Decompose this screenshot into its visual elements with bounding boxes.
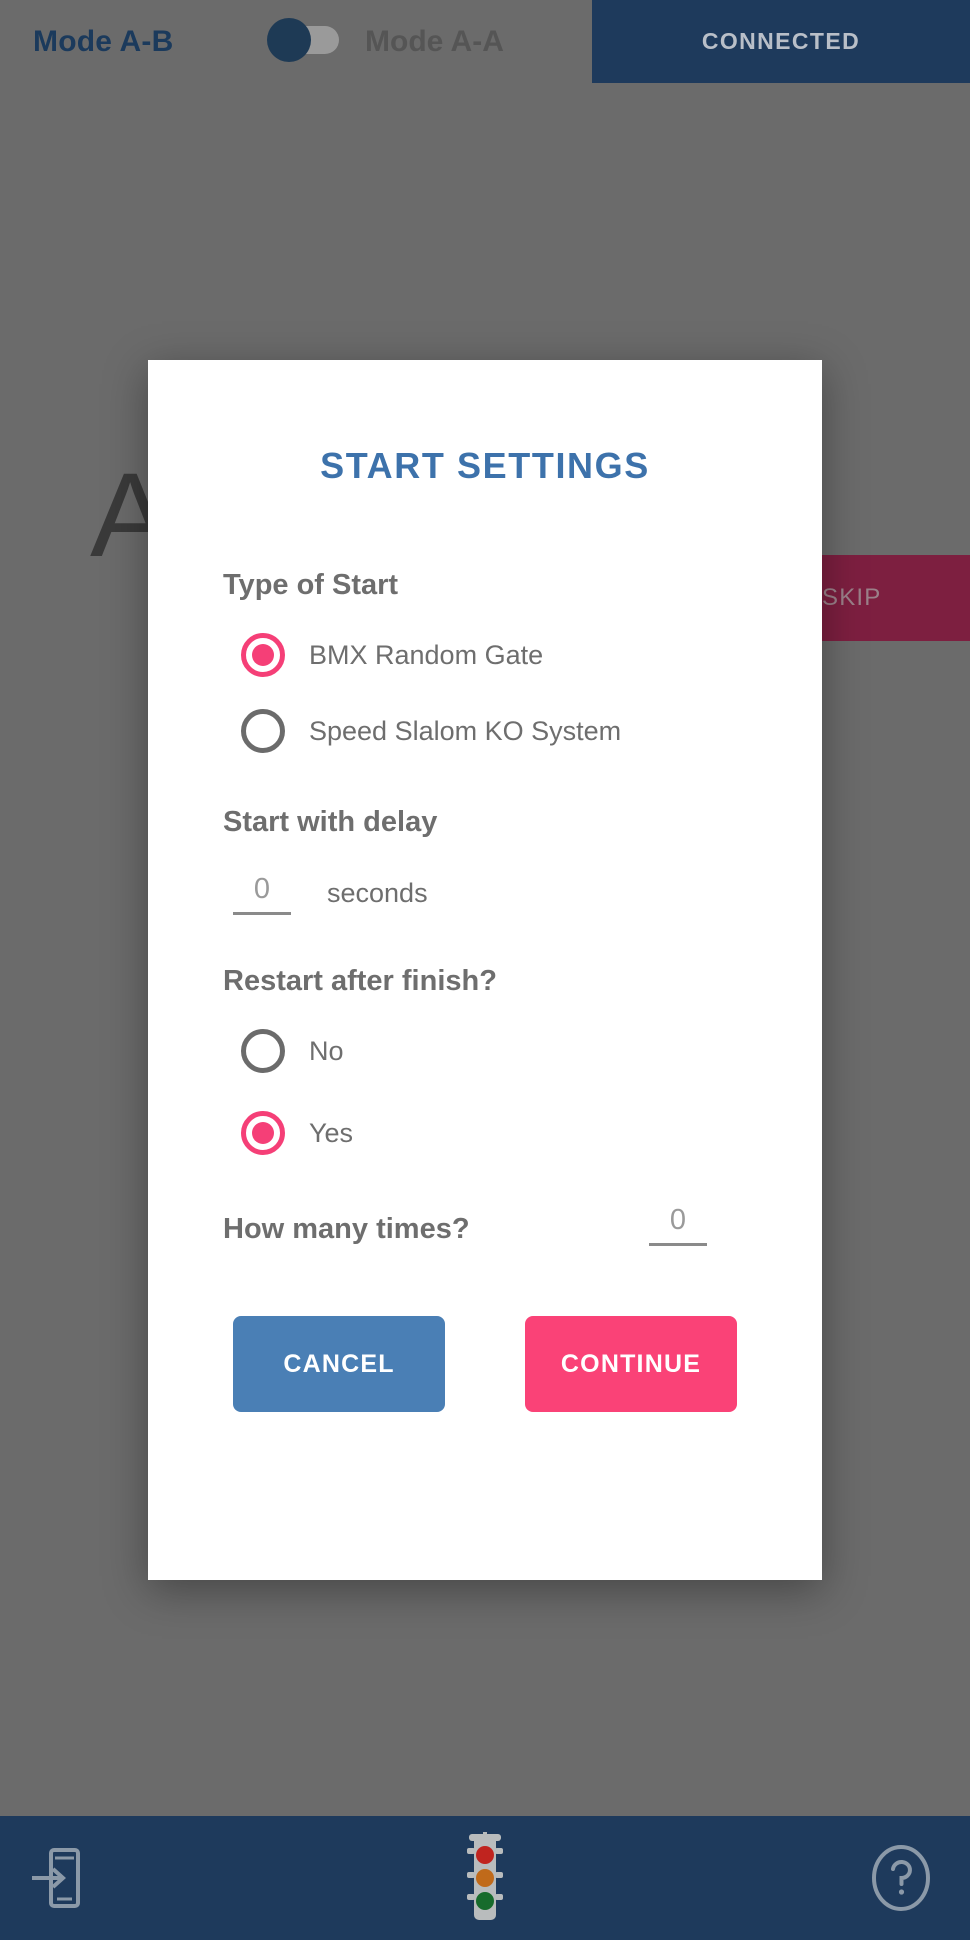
phone-transfer-icon [32,1848,80,1908]
nav-item-traffic-light[interactable] [423,1816,547,1940]
connection-status-badge: CONNECTED [592,0,970,83]
start-delay-unit-label: seconds [327,878,428,908]
skip-button-label: SKIP [822,584,882,611]
radio-option-label: BMX Random Gate [309,639,544,670]
dialog-title: START SETTINGS [320,445,650,486]
how-many-times-label: How many times? [223,1213,470,1245]
radio-option-label: Yes [309,1117,354,1148]
start-delay-input[interactable]: 0 [233,873,291,915]
radio-option-bmx-random-gate[interactable]: BMX Random Gate [223,624,747,686]
radio-selected-icon[interactable] [241,633,285,677]
type-of-start-radio-group: BMX Random Gate Speed Slalom KO System [223,624,747,762]
start-with-delay-label: Start with delay [223,806,438,838]
help-circle-icon [872,1845,930,1911]
type-of-start-label: Type of Start [223,569,399,601]
mode-a-a-label: Mode A-A [365,24,504,58]
mode-a-b-label: Mode A-B [33,24,174,58]
cancel-button[interactable]: CANCEL [233,1316,445,1412]
radio-unselected-icon[interactable] [241,1029,285,1073]
nav-item-phone-transfer[interactable] [0,1816,110,1940]
radio-option-no[interactable]: No [223,1020,747,1082]
radio-option-speed-slalom-ko-system[interactable]: Speed Slalom KO System [223,700,747,762]
top-bar: Mode A-B Mode A-A CONNECTED [0,0,970,83]
start-settings-dialog: START SETTINGS Type of Start BMX Random … [148,360,822,1580]
nav-item-help[interactable] [846,1816,956,1940]
radio-option-label: No [309,1035,344,1066]
continue-button[interactable]: CONTINUE [525,1316,737,1412]
radio-option-yes[interactable]: Yes [223,1102,747,1164]
toggle-thumb[interactable] [267,18,311,62]
radio-selected-icon[interactable] [241,1111,285,1155]
app-screen: Mode A-B Mode A-A CONNECTED A SKIP START… [0,0,970,1940]
restart-after-finish-radio-group: No Yes [223,1020,747,1164]
bottom-navigation-bar [0,1816,970,1940]
radio-unselected-icon[interactable] [241,709,285,753]
restart-after-finish-label: Restart after finish? [223,965,497,997]
how-many-times-input[interactable]: 0 [649,1204,707,1246]
start-delay-row: 0 seconds [233,873,747,915]
mode-toggle-switch[interactable] [267,18,339,62]
radio-option-label: Speed Slalom KO System [309,715,622,746]
how-many-times-row: How many times? 0 [223,1204,747,1246]
dialog-action-bar: CANCEL CONTINUE [223,1316,747,1412]
traffic-light-icon [467,1832,503,1920]
